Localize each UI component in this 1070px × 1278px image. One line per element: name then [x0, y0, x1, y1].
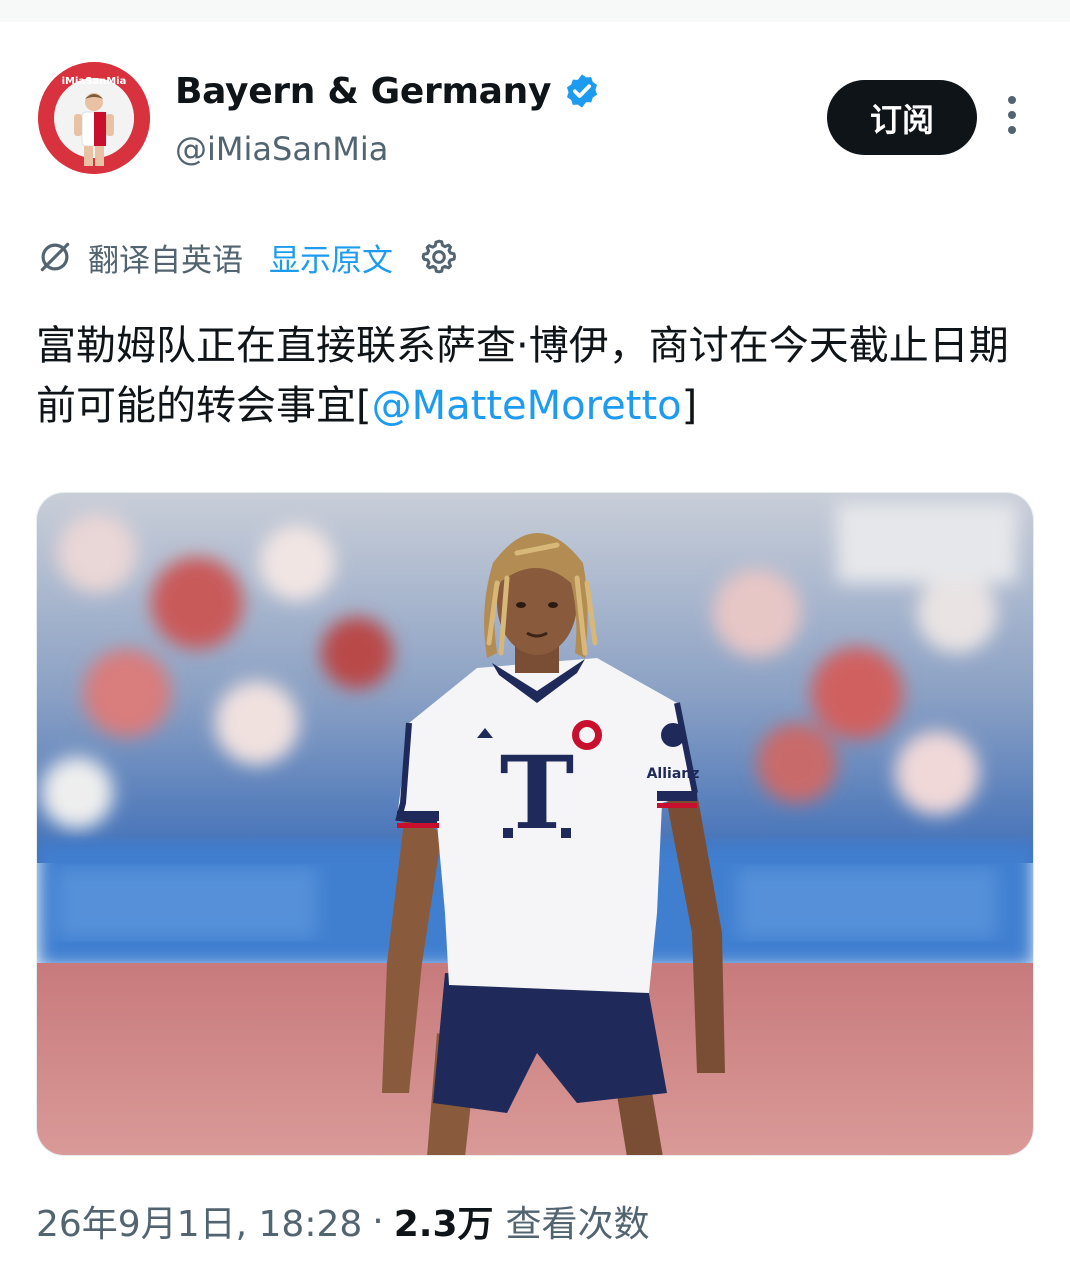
- sleeve-sponsor: Allianz: [647, 766, 700, 782]
- tweet-text: 富勒姆队正在直接联系萨查·博伊，商讨在今天截止日期前可能的转会事宜[@Matte…: [36, 316, 1036, 436]
- views-count: 2.3万: [393, 1204, 494, 1245]
- show-original-link[interactable]: 显示原文: [269, 235, 393, 280]
- tweet-meta: 26年9月1日, 18:28 · 2.3万 查看次数: [36, 1196, 650, 1246]
- translate-icon: [40, 242, 70, 272]
- subscribe-button[interactable]: 订阅: [827, 80, 977, 155]
- top-strip: [0, 0, 1070, 22]
- translation-bar: 翻译自英语 显示原文: [36, 232, 459, 282]
- meta-separator: ·: [372, 1200, 384, 1242]
- display-name[interactable]: Bayern & Germany: [175, 71, 551, 112]
- tweet-photo[interactable]: T Allianz: [36, 492, 1034, 1156]
- gear-icon[interactable]: [419, 237, 459, 277]
- mention-link[interactable]: @MatteMoretto: [372, 383, 682, 429]
- verified-badge-icon: [567, 74, 598, 108]
- tweet-page: iMiaSanMia Bayern & Germany @iMiaSanMia …: [0, 0, 1070, 1278]
- more-options-icon[interactable]: [1000, 96, 1024, 140]
- translated-from-label: 翻译自英语: [88, 242, 243, 279]
- handle[interactable]: @iMiaSanMia: [175, 130, 388, 168]
- name-row: Bayern & Germany: [175, 68, 601, 114]
- tweet-body-end: ]: [681, 383, 698, 429]
- views-label: 查看次数: [505, 1204, 650, 1245]
- avatar-lettering: iMiaSanMia: [62, 76, 127, 87]
- avatar[interactable]: iMiaSanMia: [38, 62, 150, 174]
- timestamp[interactable]: 26年9月1日, 18:28: [36, 1195, 362, 1247]
